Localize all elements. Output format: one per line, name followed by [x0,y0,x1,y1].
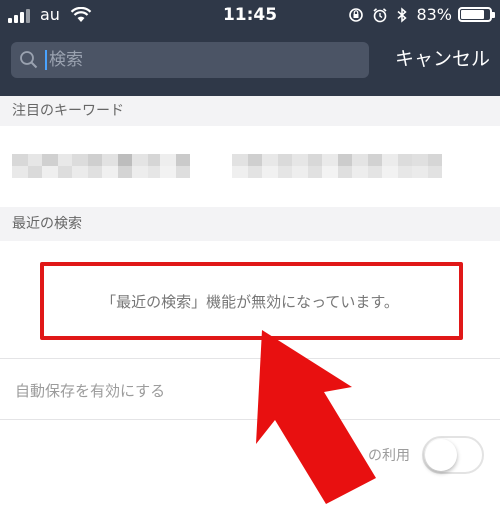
alarm-icon [373,7,387,22]
rotation-lock-icon [349,7,364,22]
featured-keyword-list [0,126,500,207]
search-box[interactable] [11,42,369,78]
battery-fill [461,10,485,19]
usage-toggle[interactable] [422,436,484,474]
status-bar: au 11:45 83% [0,0,500,32]
bluetooth-icon [397,6,408,23]
cancel-button[interactable]: キャンセル [395,44,490,71]
highlight-box [40,262,463,340]
text-cursor [45,50,47,70]
header: au 11:45 83% 検索 キャンセル [0,0,500,96]
search-icon [20,51,38,69]
status-right: 83% [340,5,495,24]
blurred-keyword-1[interactable] [12,154,190,180]
usage-label: の利用 [368,448,410,464]
autosave-label: 自動保存を有効にする [15,382,166,400]
section-recent-searches: 最近の検索 [0,207,500,241]
toggle-knob [425,439,457,471]
autosave-row[interactable]: 自動保存を有効にする [0,360,500,420]
battery-icon [458,7,495,22]
search-input[interactable] [49,50,339,70]
blurred-keyword-2[interactable] [232,154,442,180]
battery-percent: 83% [416,5,452,24]
section-featured-keywords: 注目のキーワード [0,96,500,126]
usage-row: の利用 [0,420,500,518]
